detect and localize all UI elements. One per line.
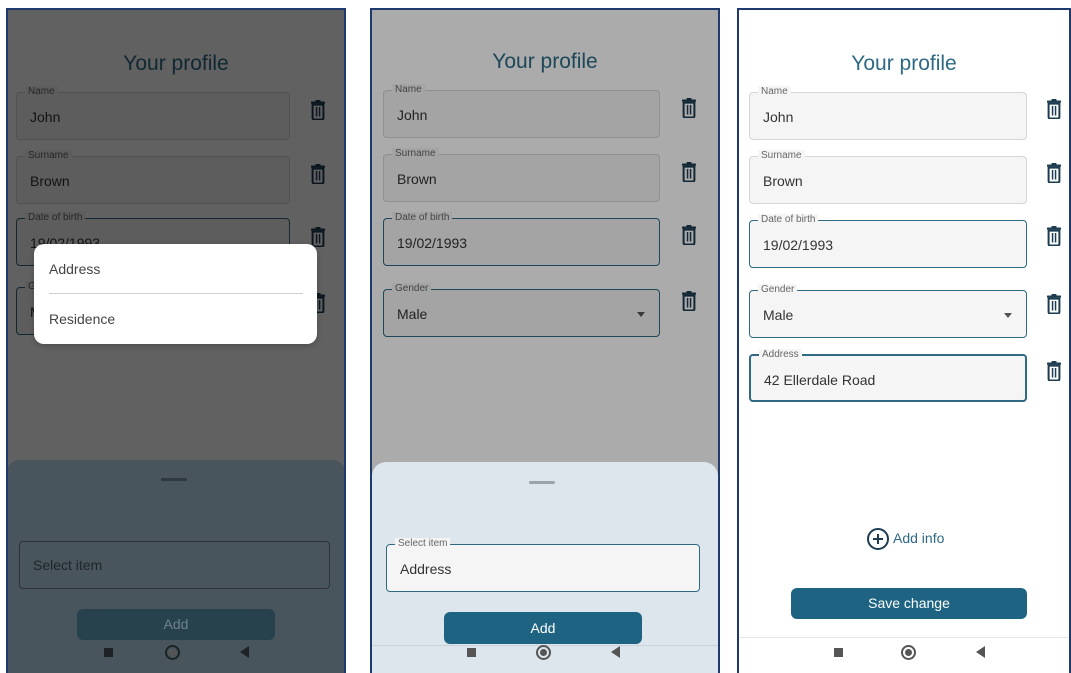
plus-circle-icon <box>867 528 889 550</box>
nav-back-icon[interactable] <box>976 646 985 658</box>
trash-icon[interactable] <box>1046 361 1062 381</box>
select-item-field[interactable]: Select item <box>19 541 330 589</box>
nav-recents-icon[interactable] <box>104 648 113 657</box>
system-nav-bar <box>372 633 718 673</box>
gender-field-value: Male <box>763 307 794 323</box>
select-item-field[interactable]: Select item Address <box>386 538 700 592</box>
dialog-divider <box>49 293 303 294</box>
select-item-label: Select item <box>395 538 451 550</box>
trash-icon[interactable] <box>1046 99 1062 119</box>
nav-home-icon[interactable] <box>165 645 180 660</box>
sheet-drag-handle[interactable] <box>161 478 187 481</box>
phone-screen-select-item: Your profile Name John Surname Brown Dat… <box>370 8 720 673</box>
nav-home-icon[interactable] <box>536 645 551 660</box>
dialog-option-address[interactable]: Address <box>49 261 100 277</box>
select-item-value: Address <box>400 561 452 577</box>
address-field-label: Address <box>759 349 802 361</box>
save-change-button[interactable]: Save change <box>791 588 1027 619</box>
dialog-option-residence[interactable]: Residence <box>49 311 115 327</box>
phone-screen-add-info-dialog: Your profile Name John Surname Brown Dat… <box>6 8 346 673</box>
surname-field-value: Brown <box>763 173 803 189</box>
page-title: Your profile <box>851 52 957 75</box>
trash-icon[interactable] <box>1046 163 1062 183</box>
gender-field[interactable]: Gender Male <box>749 284 1027 338</box>
system-nav-bar-overlay <box>8 633 344 673</box>
address-field-value: 42 Ellerdale Road <box>764 372 876 388</box>
name-field-label: Name <box>758 86 791 98</box>
nav-recents-icon[interactable] <box>834 648 843 657</box>
dob-field-label: Date of birth <box>758 214 819 226</box>
dob-field[interactable]: Date of birth 19/02/1993 <box>749 214 1027 268</box>
gender-field-label: Gender <box>758 284 798 296</box>
add-info-label: Add info <box>893 530 945 546</box>
system-nav-bar <box>739 633 1069 673</box>
name-field-value: John <box>763 109 794 125</box>
nav-recents-icon[interactable] <box>467 648 476 657</box>
trash-icon[interactable] <box>1046 226 1062 246</box>
nav-home-icon[interactable] <box>901 645 916 660</box>
info-type-dialog: Address Residence <box>34 244 317 344</box>
select-item-placeholder: Select item <box>33 557 103 573</box>
sheet-drag-handle[interactable] <box>529 481 555 484</box>
surname-field[interactable]: Surname Brown <box>749 150 1027 204</box>
nav-back-icon[interactable] <box>611 646 620 658</box>
trash-icon[interactable] <box>1046 294 1062 314</box>
name-field[interactable]: Name John <box>749 86 1027 140</box>
chevron-down-icon <box>1004 313 1012 318</box>
phone-screen-profile-edit: Your profile Name John Surname Brown Dat… <box>737 8 1071 673</box>
surname-field-label: Surname <box>758 150 805 162</box>
address-field[interactable]: Address 42 Ellerdale Road <box>749 349 1027 402</box>
nav-back-icon[interactable] <box>240 646 249 658</box>
dob-field-value: 19/02/1993 <box>763 237 834 253</box>
